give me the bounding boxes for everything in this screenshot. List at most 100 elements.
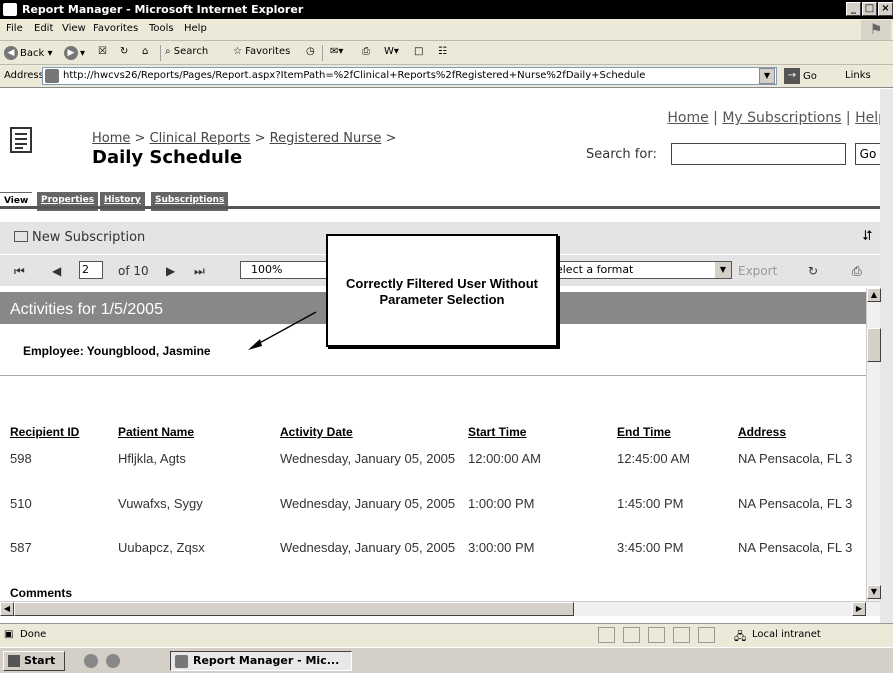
col-activity-date[interactable]: Activity Date [280,425,353,439]
cell-address: NA Pensacola, FL 3 [738,540,853,555]
link-separator: | [841,110,856,126]
next-page-icon[interactable]: ▶ [166,264,175,278]
export-button[interactable]: Export [738,264,777,278]
cell-end-time: 1:45:00 PM [617,496,684,511]
page-scrollbar[interactable] [880,89,893,629]
back-button[interactable]: ◀ Back ▾ [4,46,52,60]
breadcrumb-clinical-reports[interactable]: Clinical Reports [150,131,251,146]
minimize-button[interactable]: _ [846,2,861,16]
search-button[interactable]: ⌕ Search [165,46,208,57]
taskbar-item-label: Report Manager - Mic... [193,654,340,667]
address-label: Address [4,70,44,81]
report-horizontal-scrollbar[interactable]: ◀ ▶ [0,601,880,616]
col-address[interactable]: Address [738,425,786,439]
my-subscriptions-link[interactable]: My Subscriptions [722,110,841,126]
col-recipient-id[interactable]: Recipient ID [10,425,79,439]
cell-activity-date: Wednesday, January 05, 2005 [280,451,456,466]
scroll-left-icon[interactable]: ◀ [0,602,14,616]
cell-patient-name: Vuwafxs, Sygy [118,496,203,511]
menu-tools[interactable]: Tools [149,23,174,34]
search-go-button[interactable]: Go [855,143,881,165]
ie-app-icon [3,3,17,16]
search-label: Search [173,46,209,57]
menu-view[interactable]: View [62,23,86,34]
scroll-down-icon[interactable]: ▼ [867,585,881,599]
callout-arrow [248,311,317,350]
home-icon[interactable]: ⌂ [142,46,148,57]
print-icon[interactable]: ⎙ [852,264,862,279]
discuss-icon[interactable]: □ [414,46,423,57]
col-patient-name[interactable]: Patient Name [118,425,194,439]
report-manager-header: Home > Clinical Reports > Registered Nur… [0,89,893,211]
start-button[interactable]: Start [3,651,65,671]
export-format-select[interactable]: Select a format ▼ [546,261,732,279]
address-input[interactable]: http://hwcvs26/Reports/Pages/Report.aspx… [42,67,777,85]
search-icon: ⌕ [165,46,171,57]
messenger-icon[interactable]: ☷ [438,46,447,57]
page-count: of 10 [118,264,149,278]
go-button[interactable]: → Go [784,68,817,84]
scroll-up-icon[interactable]: ▲ [867,288,881,302]
previous-page-icon[interactable]: ◀ [52,264,61,278]
start-label: Start [24,654,56,667]
last-page-icon[interactable]: ⏭ [194,264,205,279]
windows-logo-icon: ⚑ [861,20,891,40]
menu-bar: File Edit View Favorites Tools Help ⚑ [0,19,893,41]
quick-launch-desktop-icon[interactable] [84,654,98,668]
breadcrumb-separator: > [130,131,150,146]
taskbar-item-report-manager[interactable]: Report Manager - Mic... [170,651,352,671]
close-button[interactable]: × [878,2,893,16]
col-end-time[interactable]: End Time [617,425,671,439]
col-start-time[interactable]: Start Time [468,425,526,439]
employee-label: Employee: Youngblood, Jasmine [23,344,211,358]
forward-button[interactable]: ▶ ▾ [64,46,85,60]
print-icon[interactable]: ⎙ [362,46,370,57]
collapse-icon[interactable]: ⮃ [862,228,873,244]
report-title: Activities for 1/5/2005 [10,301,163,318]
vertical-scroll-thumb[interactable] [867,328,881,362]
refresh-icon[interactable]: ↻ [808,264,818,278]
chevron-down-icon: ▼ [715,262,731,278]
refresh-button[interactable]: ↻ [120,46,128,57]
menu-help[interactable]: Help [184,23,207,34]
history-button[interactable]: ◷ [306,46,315,57]
first-page-icon[interactable]: ⏮ [14,264,25,279]
cell-address: NA Pensacola, FL 3 [738,496,853,511]
links-button[interactable]: Links [845,70,871,81]
cell-start-time: 3:00:00 PM [468,540,535,555]
breadcrumb: Home > Clinical Reports > Registered Nur… [92,131,396,146]
export-format-value: Select a format [549,263,634,276]
taskbar: Start Report Manager - Mic... [0,647,893,673]
report-icon [10,127,32,153]
menu-file[interactable]: File [6,23,23,34]
scroll-right-icon[interactable]: ▶ [852,602,866,616]
word-edit-button[interactable]: W▾ [384,46,399,57]
cell-patient-name: Hfljkla, Agts [118,451,186,466]
address-dropdown-icon[interactable]: ▼ [759,68,775,84]
horizontal-scroll-thumb[interactable] [14,602,574,616]
page-number-input[interactable]: 2 [79,261,103,279]
new-subscription-button[interactable]: New Subscription [14,230,145,245]
zoom-select[interactable]: 100% [240,261,330,279]
home-link[interactable]: Home [667,110,708,126]
breadcrumb-registered-nurse[interactable]: Registered Nurse [270,131,382,146]
maximize-button[interactable]: □ [862,2,877,16]
favorites-button[interactable]: ☆ Favorites [233,46,290,57]
star-icon: ☆ [233,46,242,57]
cell-end-time: 3:45:00 PM [617,540,684,555]
stop-button[interactable]: ☒ [98,46,107,57]
link-separator: | [708,110,723,126]
cell-address: NA Pensacola, FL 3 [738,451,853,466]
menu-edit[interactable]: Edit [34,23,53,34]
breadcrumb-home[interactable]: Home [92,131,130,146]
breadcrumb-separator: > [250,131,270,146]
mail-button[interactable]: ✉▾ [330,46,343,57]
menu-favorites[interactable]: Favorites [93,23,138,34]
search-input[interactable] [671,143,846,165]
forward-arrow-icon: ▶ [64,46,78,60]
status-text: Done [20,629,47,640]
quick-launch-ie-icon[interactable] [106,654,120,668]
report-vertical-scrollbar[interactable]: ▲ ▼ [866,288,881,601]
intranet-icon: 🖧 [734,630,747,643]
go-label: Go [803,71,817,82]
